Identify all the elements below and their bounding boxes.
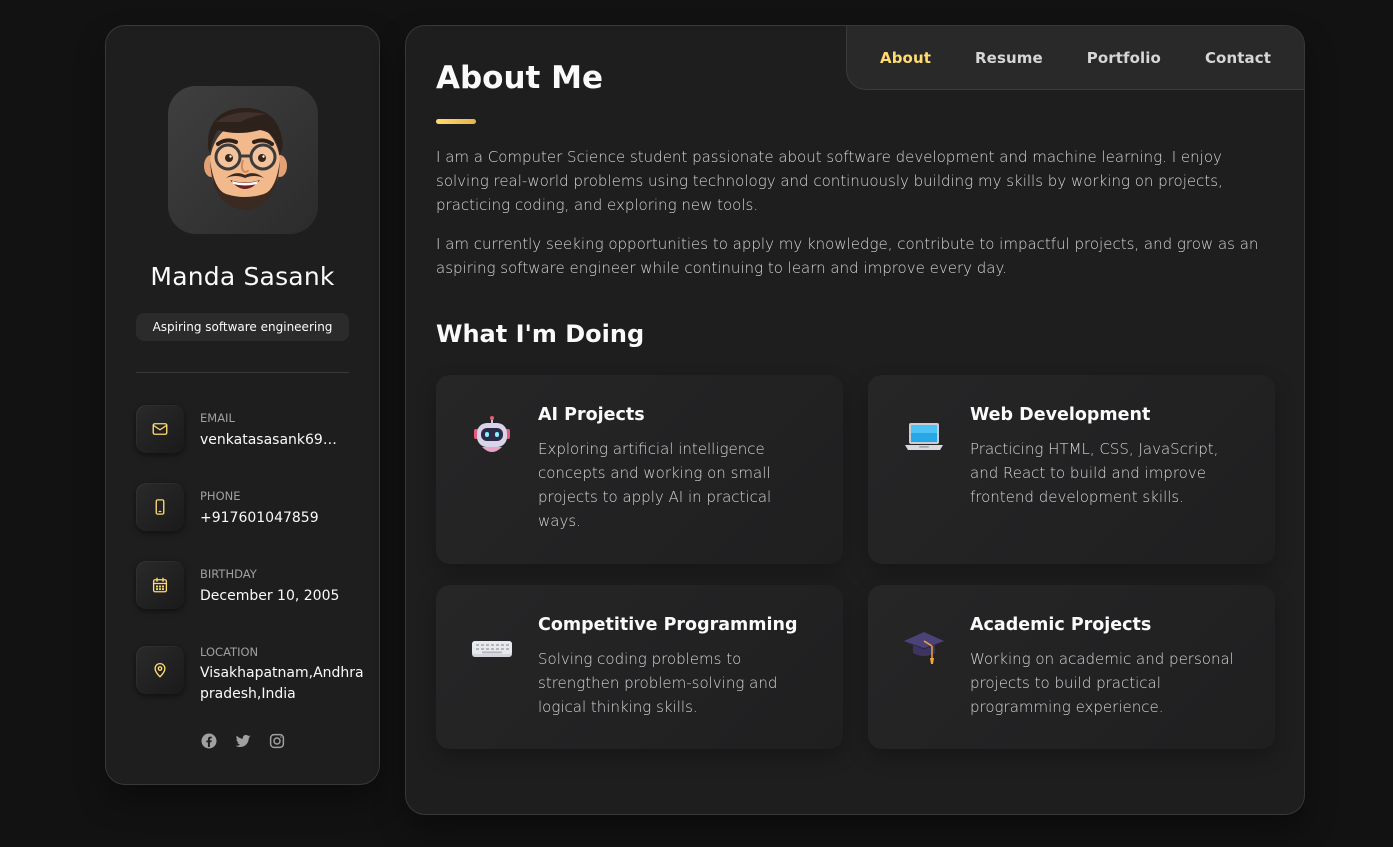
- profile-title-badge: Aspiring software engineering: [136, 313, 349, 341]
- service-text: Exploring artificial intelligence concep…: [538, 440, 772, 530]
- phone-icon: [136, 483, 184, 531]
- page-title: About Me: [436, 60, 604, 96]
- navbar: About Resume Portfolio Contact: [846, 26, 1304, 90]
- keyboard-icon: [470, 625, 514, 669]
- mail-icon: [136, 405, 184, 453]
- social-list: [106, 732, 379, 750]
- service-item-academic-projects: Academic Projects Working on academic an…: [868, 585, 1275, 749]
- contact-title: Birthday: [200, 567, 257, 581]
- services-title: What I'm Doing: [436, 320, 645, 348]
- facebook-icon[interactable]: [200, 732, 218, 750]
- about-text: I am a Computer Science student passiona…: [436, 145, 1266, 295]
- nav-link-about[interactable]: About: [858, 49, 953, 67]
- location-icon: [136, 646, 184, 694]
- contact-title: Phone: [200, 489, 241, 503]
- laptop-icon: [902, 415, 946, 459]
- service-title: AI Projects: [538, 405, 645, 425]
- service-item-competitive-programming: Competitive Programming Solving coding p…: [436, 585, 843, 749]
- nav-link-portfolio[interactable]: Portfolio: [1065, 49, 1183, 67]
- contact-link-email[interactable]: venkatasasank69@...: [200, 430, 346, 451]
- nav-link-contact[interactable]: Contact: [1183, 49, 1293, 67]
- graduation-cap-icon: [902, 625, 946, 669]
- service-item-ai-projects: AI Projects Exploring artificial intelli…: [436, 375, 843, 564]
- contact-title: Location: [200, 645, 259, 659]
- service-text: Solving coding problems to strengthen pr…: [538, 650, 778, 716]
- contact-link-phone[interactable]: +917601047859: [200, 508, 370, 529]
- main-content: About Resume Portfolio Contact About Me …: [405, 25, 1305, 815]
- service-text: Practicing HTML, CSS, JavaScript, and Re…: [970, 440, 1219, 506]
- contact-value-location: Visakhapatnam,Andhra pradesh,India: [200, 665, 364, 702]
- title-underline: [436, 119, 476, 124]
- robot-icon: [470, 415, 514, 459]
- memoji-avatar-icon: [204, 107, 287, 210]
- calendar-icon: [136, 561, 184, 609]
- contact-value-birthday: December 10, 2005: [200, 588, 340, 604]
- twitter-icon[interactable]: [234, 732, 252, 750]
- service-title: Competitive Programming: [538, 615, 798, 635]
- separator: [136, 372, 349, 373]
- instagram-icon[interactable]: [268, 732, 286, 750]
- nav-link-resume[interactable]: Resume: [953, 49, 1065, 67]
- service-title: Web Development: [970, 405, 1151, 425]
- service-title: Academic Projects: [970, 615, 1152, 635]
- profile-name: Manda Sasank: [150, 262, 335, 291]
- about-paragraph: I am currently seeking opportunities to …: [436, 235, 1259, 277]
- service-item-web-development: Web Development Practicing HTML, CSS, Ja…: [868, 375, 1275, 564]
- avatar: [168, 86, 318, 234]
- sidebar: Manda Sasank Aspiring software engineeri…: [105, 25, 380, 785]
- service-text: Working on academic and personal project…: [970, 650, 1234, 716]
- contact-title: Email: [200, 411, 235, 425]
- about-paragraph: I am a Computer Science student passiona…: [436, 148, 1223, 214]
